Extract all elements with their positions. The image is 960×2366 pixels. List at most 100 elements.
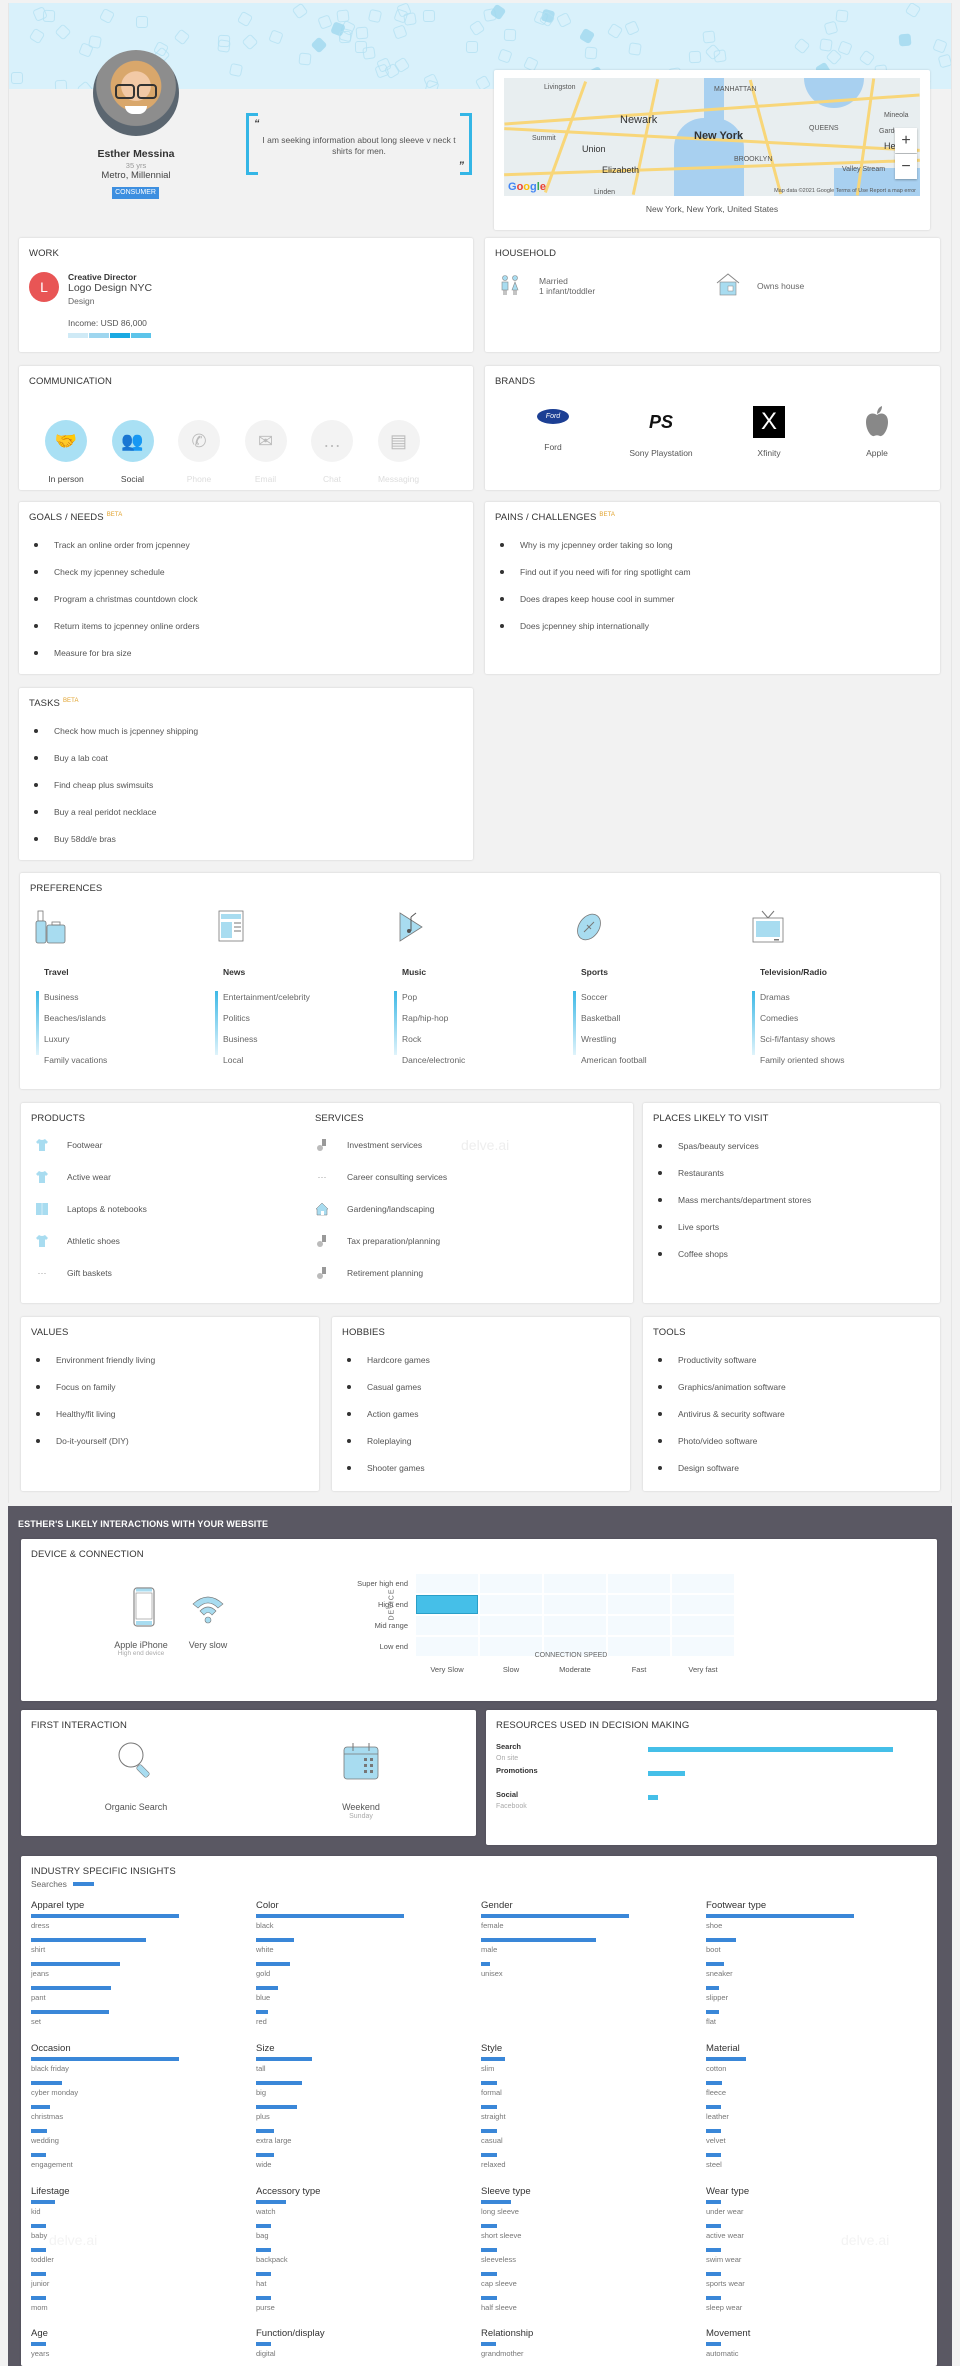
insight-label: under wear — [706, 2207, 744, 2216]
first-interaction-card: FIRST INTERACTION Organic Search Weekend… — [21, 1710, 476, 1836]
insight-group-title: Function/display — [256, 2328, 325, 2339]
beta-badge: BETA — [599, 512, 616, 518]
first-interaction-channel: Organic Search — [104, 1802, 168, 1812]
preference-rank-bar — [573, 991, 576, 1055]
insight-item: christmas — [31, 2105, 211, 2129]
job-title: Creative Director — [68, 272, 137, 282]
list-item: Measure for bra size — [33, 648, 200, 675]
heatmap-cell — [480, 1574, 542, 1593]
insight-group: Lifestage kid baby toddler junior mom — [31, 2186, 211, 2320]
map-zoom-in-button[interactable]: + — [895, 128, 917, 153]
insight-item: relaxed — [481, 2153, 661, 2177]
insight-group: Accessory type watch bag backpack hat purse — [256, 2186, 436, 2320]
insight-bar — [706, 2296, 721, 2300]
insight-label: years — [31, 2349, 50, 2358]
persona-quote: “ I am seeking information about long sl… — [246, 113, 472, 175]
insight-item: sneaker — [706, 1962, 886, 1986]
persona-name: Esther Messina — [97, 148, 175, 160]
insight-item: toddler — [31, 2248, 211, 2272]
values-list: Environment friendly living Focus on fami… — [35, 1355, 155, 1463]
heatmap-row: Super high end — [357, 1574, 736, 1594]
brand-xfinity: X Xfinity — [719, 396, 819, 458]
insight-label: cotton — [706, 2064, 727, 2073]
insight-label: sneaker — [706, 1969, 733, 1978]
insight-group: Movement automatic — [706, 2328, 886, 2366]
insight-label: automatic — [706, 2349, 739, 2358]
service-item: Retirement planning — [315, 1263, 423, 1283]
pains-challenges-card: PAINS / CHALLENGES BETA Why is my jcpenne… — [485, 502, 940, 674]
heatmap-cell-highlighted — [416, 1595, 478, 1614]
heatmap-cell — [544, 1574, 606, 1593]
insight-bar — [706, 1938, 736, 1942]
insight-label: blue — [256, 1993, 271, 2002]
service-label: Retirement planning — [347, 1268, 424, 1278]
insight-item: straight — [481, 2105, 661, 2129]
heatmap-cell — [608, 1574, 670, 1593]
preference-heading: Music — [402, 967, 427, 977]
insight-item: hat — [256, 2272, 436, 2296]
insight-item: boot — [706, 1938, 886, 1962]
preference-rank-bar — [394, 991, 397, 1055]
insight-item: set — [31, 2010, 211, 2034]
insight-bar — [481, 2105, 498, 2109]
map-label: QUEENS — [809, 125, 839, 132]
card-title: PRODUCTS — [31, 1113, 86, 1124]
service-item: Investment services — [315, 1135, 422, 1155]
map-attribution[interactable]: Map data ©2021 Google Terms of Use Repor… — [774, 188, 916, 194]
ford-logo-icon: Ford — [537, 408, 569, 424]
list-item: Design software — [657, 1463, 786, 1490]
product-item: Athletic shoes — [35, 1231, 120, 1251]
insight-group: Function/display digital — [256, 2328, 436, 2366]
preference-item: Local — [223, 1055, 244, 1065]
preference-item: Rap/hip-hop — [402, 1013, 449, 1023]
preference-item: Business — [44, 992, 79, 1002]
insight-item: fleece — [706, 2081, 886, 2105]
heatmap-cell — [480, 1616, 542, 1635]
map-zoom-out-button[interactable]: − — [895, 154, 917, 179]
insight-bar — [481, 2224, 498, 2228]
hobbies-card: HOBBIES Hardcore games Casual games Action… — [332, 1317, 630, 1491]
list-item: Shooter games — [346, 1463, 430, 1490]
insight-group-title: Accessory type — [256, 2186, 321, 2197]
tv-icon — [750, 909, 786, 945]
insight-label: wide — [256, 2160, 272, 2169]
insight-label: fleece — [706, 2088, 727, 2097]
more-icon: ··· — [317, 1172, 327, 1182]
insight-item: big — [256, 2081, 436, 2105]
map[interactable]: Livingston MANHATTAN Newark New York QUE… — [504, 78, 920, 196]
preference-item: Beaches/islands — [44, 1013, 106, 1023]
insight-bar — [706, 2200, 721, 2204]
beta-badge: BETA — [106, 512, 123, 518]
brands-card: BRANDS Ford Ford PS Sony Playstation X X… — [485, 366, 940, 490]
insight-group: Material cotton fleece leather velvet steel — [706, 2043, 886, 2177]
insight-label: leather — [706, 2112, 729, 2121]
company-logo: L — [29, 272, 59, 302]
insight-bar — [706, 2248, 721, 2252]
luggage-icon — [34, 909, 70, 945]
insight-label: grandmother — [481, 2349, 524, 2358]
insight-label: swim wear — [706, 2255, 742, 2264]
insight-label: toddler — [31, 2255, 54, 2264]
list-item: Hardcore games — [346, 1355, 430, 1382]
product-item: Footwear — [35, 1135, 102, 1155]
quote-text: I am seeking information about long slee… — [262, 135, 456, 156]
card-title: PREFERENCES — [30, 883, 103, 894]
insight-item: slipper — [706, 1986, 886, 2010]
insight-label: cap sleeve — [481, 2279, 517, 2288]
insight-bar — [481, 2272, 498, 2276]
insight-item: sleeveless — [481, 2248, 661, 2272]
map-location-label: New York, New York, United States — [645, 204, 779, 214]
insight-label: sleeveless — [481, 2255, 517, 2264]
list-item: Restaurants — [657, 1168, 811, 1195]
heatmap-cell — [672, 1616, 734, 1635]
insight-bar — [706, 1986, 720, 1990]
insight-bar — [31, 2342, 46, 2346]
insight-label: extra large — [256, 2136, 292, 2145]
insight-bar — [706, 2010, 720, 2014]
music-icon — [392, 909, 428, 945]
preference-heading: Travel — [44, 967, 69, 977]
list-item: Do-it-yourself (DIY) — [35, 1436, 155, 1463]
insight-group-title: Footwear type — [706, 1900, 767, 1911]
close-quote-icon: ” — [458, 160, 465, 172]
insight-bar — [31, 2105, 51, 2109]
